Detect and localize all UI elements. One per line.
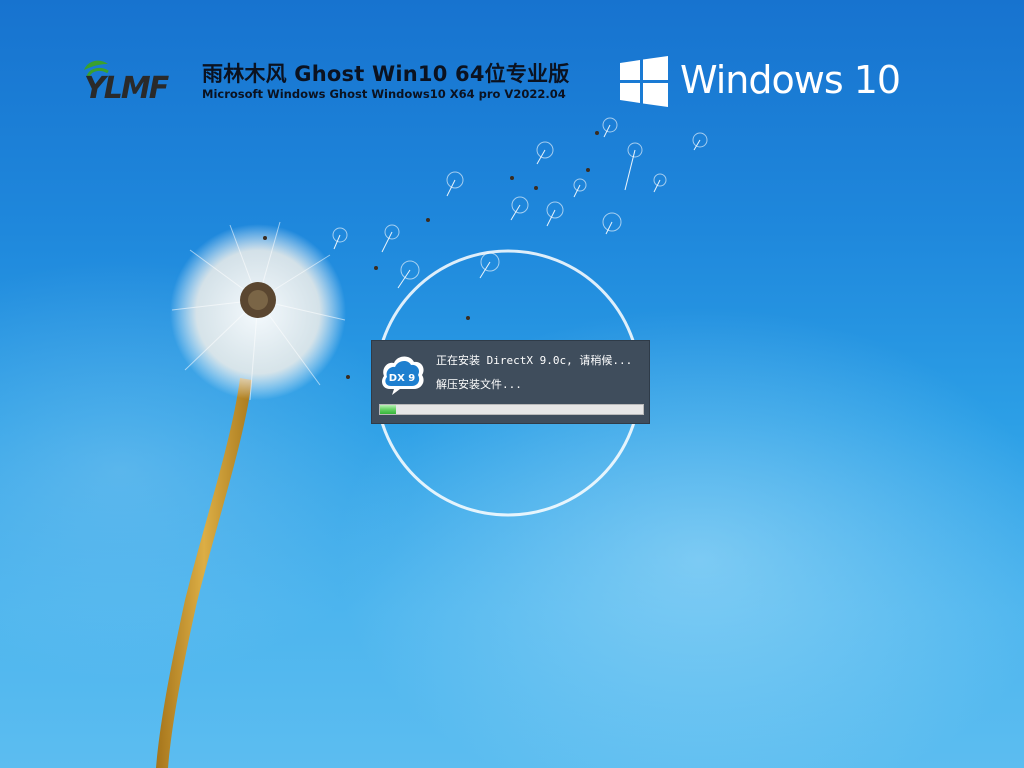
install-detail-text: 解压安装文件...	[436, 378, 522, 391]
dandelion-stem	[156, 378, 252, 768]
svg-text:DX 9: DX 9	[389, 373, 415, 384]
install-progress-fill	[380, 405, 396, 414]
product-subtitle: Microsoft Windows Ghost Windows10 X64 pr…	[202, 87, 566, 101]
ylmf-branding: YLMF 雨林木风 Ghost Win10 64位专业版 Microsoft W…	[78, 56, 578, 116]
floating-seeds	[332, 117, 708, 289]
install-progress-dialog: DX 9 正在安装 DirectX 9.0c, 请稍候... 解压安装文件...	[371, 340, 650, 424]
windows-10-logo: Windows 10	[620, 56, 901, 112]
ylmf-logo-icon: YLMF	[84, 60, 172, 104]
windows-flag-icon	[620, 56, 668, 107]
product-title: 雨林木风 Ghost Win10 64位专业版	[202, 62, 570, 86]
svg-text:YLMF: YLMF	[84, 71, 170, 104]
install-progress-bar	[379, 404, 644, 415]
desktop-background: YLMF 雨林木风 Ghost Win10 64位专业版 Microsoft W…	[0, 0, 1024, 768]
windows-10-wordmark: Windows 10	[680, 58, 901, 102]
directx-cloud-icon: DX 9	[382, 356, 424, 395]
install-status-text: 正在安装 DirectX 9.0c, 请稍候...	[436, 354, 633, 367]
